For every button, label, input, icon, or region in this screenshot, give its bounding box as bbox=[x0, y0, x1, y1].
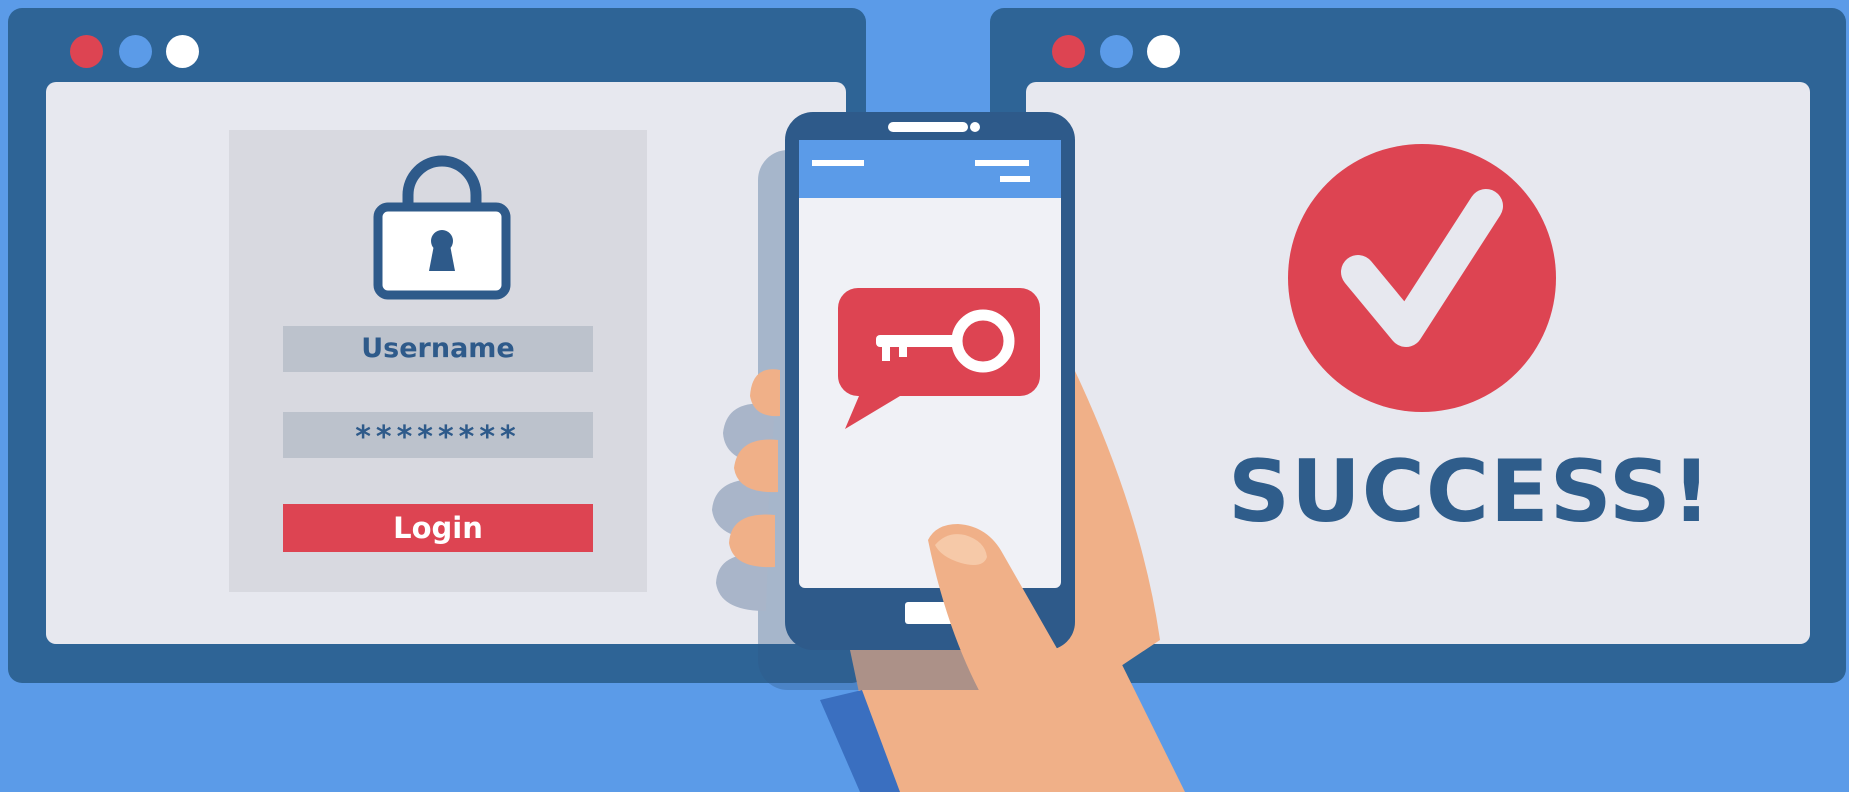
phone-illustration bbox=[712, 112, 1185, 792]
